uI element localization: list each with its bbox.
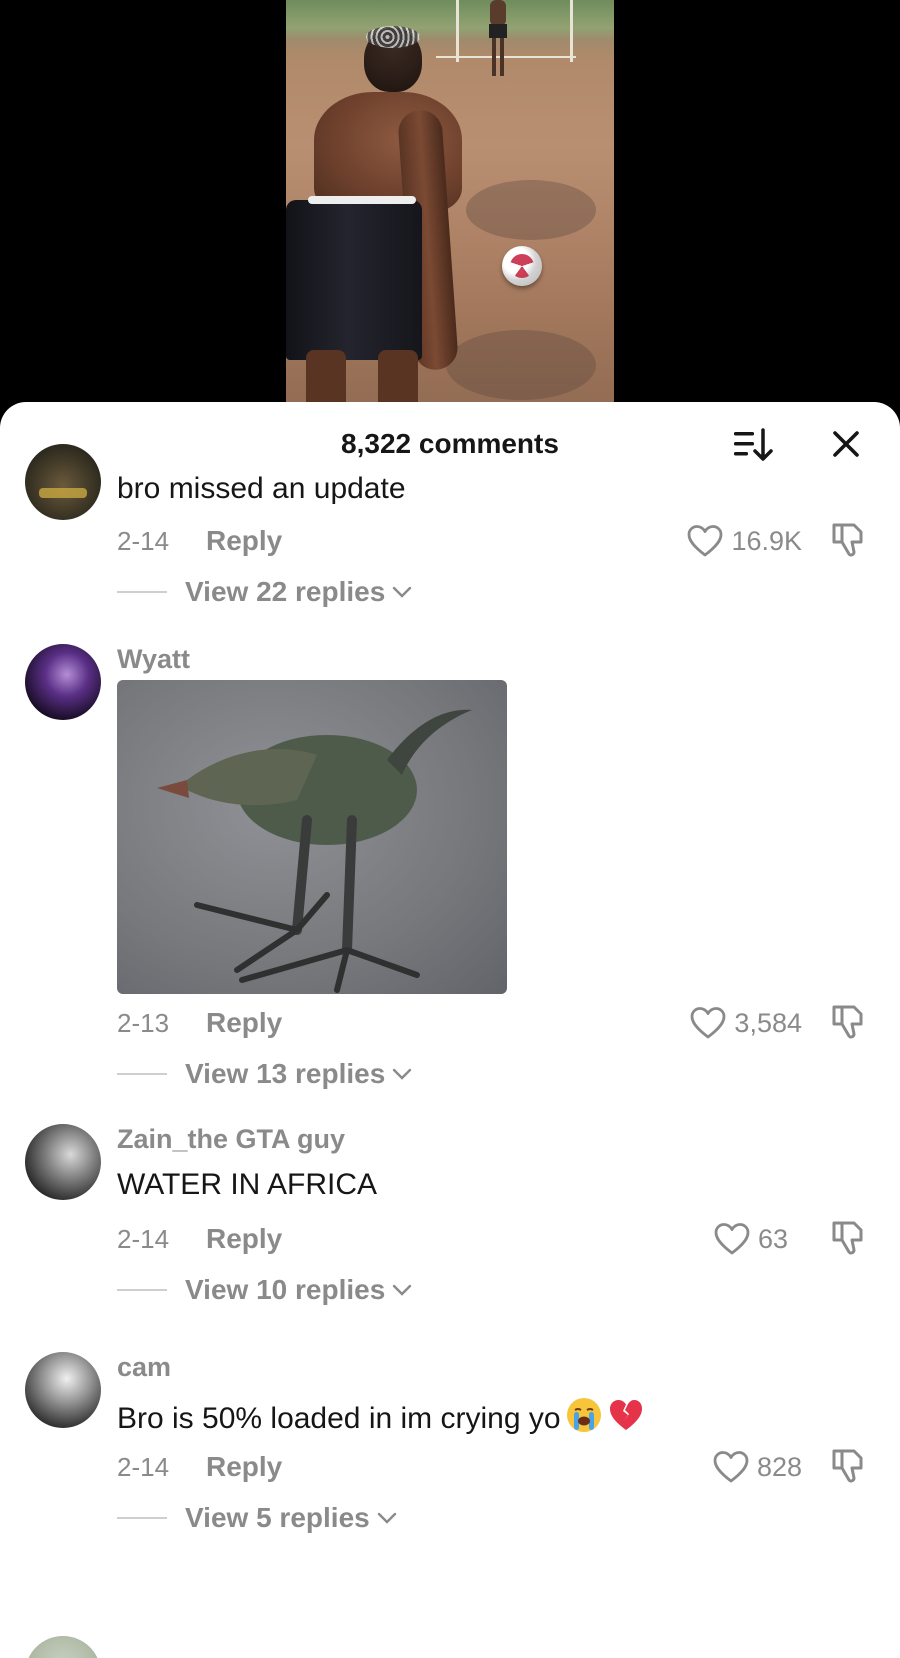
view-replies-button[interactable]: View 10 replies	[117, 1274, 413, 1306]
view-replies-button[interactable]: View 22 replies	[117, 576, 413, 608]
puddle	[446, 330, 596, 400]
dislike-icon[interactable]	[828, 520, 868, 560]
near-player	[286, 20, 462, 420]
view-replies-label: View 10 replies	[185, 1274, 386, 1305]
comment-username[interactable]: Zain_the GTA guy	[117, 1124, 345, 1155]
sort-descending-icon[interactable]	[732, 426, 774, 464]
video-player[interactable]	[0, 0, 900, 420]
divider-line	[117, 1517, 167, 1519]
dislike-icon[interactable]	[828, 1218, 868, 1258]
comment-date: 2-14	[117, 526, 170, 556]
close-icon[interactable]	[826, 424, 866, 464]
reply-button[interactable]: Reply	[206, 1451, 282, 1483]
dislike-icon[interactable]	[828, 1446, 868, 1486]
dislike-icon[interactable]	[828, 1002, 868, 1042]
avatar[interactable]	[25, 1124, 101, 1200]
chevron-down-icon	[393, 586, 412, 598]
view-replies-button[interactable]: View 5 replies	[117, 1502, 398, 1534]
chevron-down-icon	[377, 1512, 396, 1524]
comment-date: 2-14	[117, 1452, 170, 1482]
comment-date: 2-14	[117, 1224, 170, 1254]
reply-button[interactable]: Reply	[206, 525, 282, 557]
comment-username[interactable]: Wyatt	[117, 644, 190, 675]
comment-item: Zain_the GTA guy WATER IN AFRICA 2-14 Re…	[0, 1124, 900, 1354]
chevron-down-icon	[393, 1284, 412, 1296]
comment-text: Bro is 50% loaded in im crying yo	[117, 1402, 561, 1435]
puddle	[466, 180, 596, 240]
view-replies-label: View 5 replies	[185, 1502, 370, 1533]
loudly-crying-face-emoji	[566, 1398, 601, 1432]
broken-heart-emoji	[609, 1400, 642, 1430]
avatar[interactable]	[25, 444, 101, 520]
comment-image[interactable]	[117, 680, 507, 994]
like-count: 3,584	[734, 1007, 802, 1038]
creature-image	[157, 709, 472, 993]
like-count: 16.9K	[731, 525, 802, 556]
view-replies-button[interactable]: View 13 replies	[117, 1058, 413, 1090]
like-count: 63	[757, 1223, 788, 1254]
divider-line	[117, 591, 167, 593]
goalpost-right	[570, 0, 573, 62]
avatar[interactable]	[25, 644, 101, 720]
like-button[interactable]: 3,584	[690, 1006, 802, 1040]
soccer-ball	[502, 246, 542, 286]
comment-date: 2-13	[117, 1008, 170, 1038]
like-button[interactable]: 16.9K	[687, 524, 802, 558]
comment-text-row: Bro is 50% loaded in im crying yo	[117, 1396, 645, 1436]
goalpost-left	[456, 0, 459, 62]
like-button[interactable]: 63	[714, 1222, 788, 1256]
reply-button[interactable]: Reply	[206, 1007, 282, 1039]
heart-icon	[714, 1223, 750, 1255]
view-replies-label: View 13 replies	[185, 1058, 386, 1089]
avatar[interactable]	[25, 1352, 101, 1428]
like-button[interactable]: 828	[713, 1450, 802, 1484]
comment-item: bro missed an update 2-14 Reply 16.9K Vi…	[0, 444, 900, 644]
heart-icon	[713, 1451, 749, 1483]
comment-username[interactable]: cam	[117, 1352, 171, 1383]
heart-icon	[688, 525, 723, 557]
reply-button[interactable]: Reply	[206, 1223, 282, 1255]
comment-text: bro missed an update	[117, 472, 406, 505]
view-replies-label: View 22 replies	[185, 576, 386, 607]
divider-line	[117, 1289, 167, 1291]
chevron-down-icon	[393, 1068, 412, 1080]
comment-text: WATER IN AFRICA	[117, 1168, 378, 1201]
comment-item: cam Bro is 50% loaded in im crying yo 2-…	[0, 1352, 900, 1582]
video-frame	[286, 0, 614, 420]
comments-sheet: 8,322 comments bro missed an update 2-14…	[0, 402, 900, 1658]
heart-icon	[691, 1007, 726, 1039]
far-player	[486, 0, 510, 78]
like-count: 828	[756, 1451, 802, 1482]
comment-item: Wyatt 2-13 Reply 3,584 View 13 replies	[0, 644, 900, 1124]
divider-line	[117, 1073, 167, 1075]
